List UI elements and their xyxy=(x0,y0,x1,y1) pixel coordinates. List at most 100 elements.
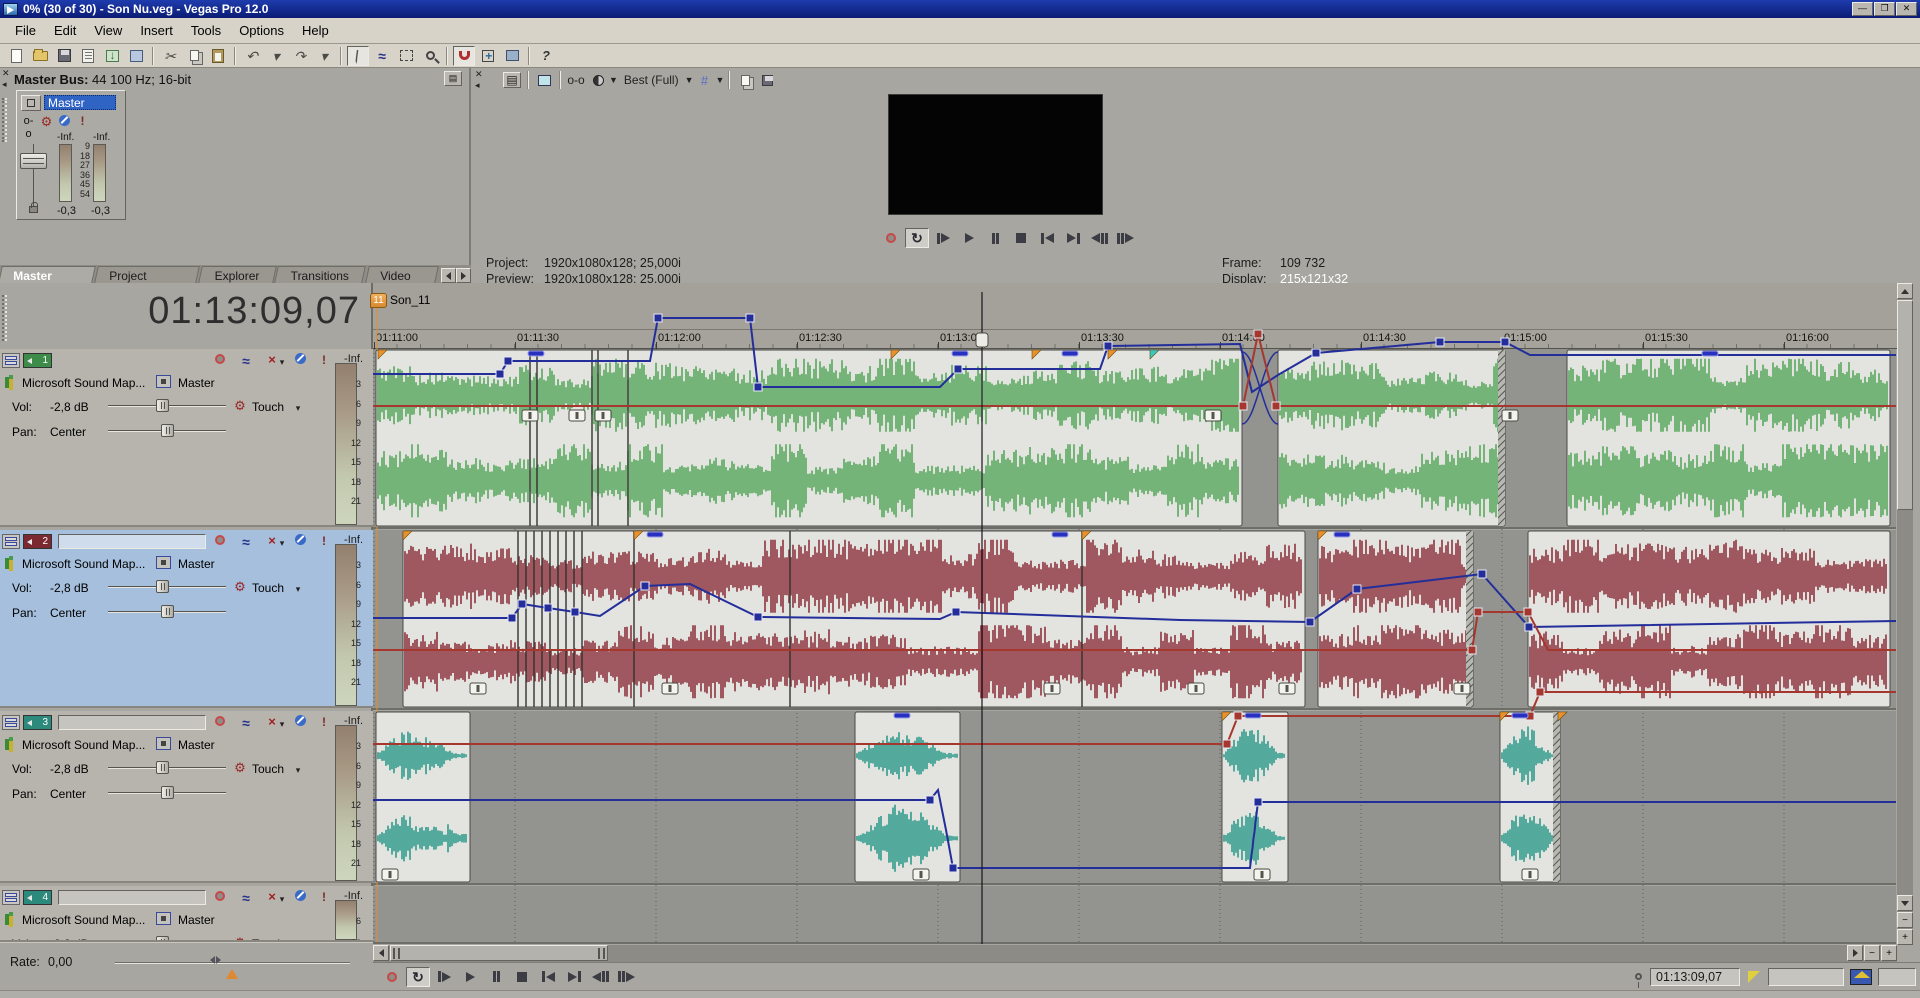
paste-button[interactable] xyxy=(207,46,229,66)
audio-event[interactable] xyxy=(1278,350,1505,526)
automation-gear-icon[interactable]: ⚙ xyxy=(232,399,248,414)
track-header-3[interactable]: 3 ≈ × ▾ ! -Inf. Microsoft Sound Map... M… xyxy=(0,711,373,883)
pan-envelope-node[interactable] xyxy=(1524,608,1532,616)
track-lane-1[interactable] xyxy=(373,349,1896,527)
event-gain-handle[interactable] xyxy=(1522,869,1538,880)
cut-button[interactable]: ✂ xyxy=(159,46,181,66)
input-routing-icon[interactable] xyxy=(5,377,9,388)
pause-button[interactable] xyxy=(983,228,1007,248)
audio-event[interactable] xyxy=(1318,531,1473,707)
time-ruler[interactable]: 01:11:0001:11:3001:12:0001:12:3001:13:00… xyxy=(373,330,1897,349)
track-layout-button[interactable] xyxy=(2,353,20,368)
copy-button[interactable] xyxy=(183,46,205,66)
trimmer-button[interactable] xyxy=(501,46,523,66)
volume-envelope-node[interactable] xyxy=(754,613,762,621)
lock-icon[interactable] xyxy=(29,206,38,213)
phase-invert-icon[interactable]: ! xyxy=(316,534,332,549)
volume-envelope-node[interactable] xyxy=(641,582,649,590)
menu-file[interactable]: File xyxy=(6,20,45,41)
track-lane-4[interactable] xyxy=(373,886,1896,942)
arm-record-icon[interactable] xyxy=(212,534,228,549)
horizontal-scrollbar[interactable]: − + xyxy=(373,945,1897,962)
preview-properties-icon[interactable]: ▤ xyxy=(503,72,521,88)
quality-dropdown-icon[interactable]: ▼ xyxy=(685,75,694,85)
tab-master-bus[interactable]: Master Bus xyxy=(0,266,95,283)
pan-envelope-node[interactable] xyxy=(1234,712,1242,720)
track-lane-3[interactable] xyxy=(373,711,1896,883)
preview-quality-label[interactable]: Best (Full) xyxy=(624,73,679,87)
stop-button[interactable] xyxy=(510,967,534,987)
quality-dropdown-icon[interactable]: ▼ xyxy=(609,75,618,85)
open-project-button[interactable] xyxy=(29,46,51,66)
event-gain-handle[interactable] xyxy=(662,683,678,694)
volume-envelope[interactable] xyxy=(373,574,1896,627)
pan-slider[interactable] xyxy=(108,605,226,618)
arm-record-icon[interactable] xyxy=(212,353,228,368)
zoom-in-time-button[interactable]: + xyxy=(1881,945,1897,961)
enable-snapping-button[interactable] xyxy=(453,46,475,66)
redo-button[interactable]: ↷ xyxy=(289,46,311,66)
selection-edit-tool-button[interactable] xyxy=(395,46,417,66)
automation-dropdown-icon[interactable]: ▾ xyxy=(294,403,302,418)
event-gain-handle[interactable] xyxy=(522,410,538,421)
previous-frame-button[interactable] xyxy=(588,967,612,987)
overlays-grid-icon[interactable]: # xyxy=(696,72,714,88)
volume-slider[interactable] xyxy=(108,580,226,593)
scroll-up-button[interactable] xyxy=(1897,283,1913,299)
copy-snapshot-icon[interactable] xyxy=(736,72,754,88)
preview-quality-icon[interactable] xyxy=(589,72,607,88)
pan-envelope-node[interactable] xyxy=(1474,608,1482,616)
event-gain-handle[interactable] xyxy=(470,683,486,694)
play-from-start-button[interactable] xyxy=(432,967,456,987)
track-envelope-icon[interactable]: ≈ xyxy=(238,715,254,730)
track-layout-button[interactable] xyxy=(2,890,20,905)
project-properties-button[interactable] xyxy=(77,46,99,66)
normal-edit-tool-button[interactable] xyxy=(347,46,369,66)
mute-dropdown-icon[interactable]: ▾ xyxy=(278,357,286,372)
track-envelope-icon[interactable]: ≈ xyxy=(238,890,254,905)
track-envelope-icon[interactable]: ≈ xyxy=(238,534,254,549)
vertical-scrollbar[interactable]: − + xyxy=(1897,283,1913,945)
bus-properties-button[interactable]: ▤ xyxy=(444,71,462,86)
volume-envelope-node[interactable] xyxy=(952,608,960,616)
volume-envelope-node[interactable] xyxy=(1478,570,1486,578)
zoom-edit-tool-button[interactable] xyxy=(419,46,441,66)
undo-dropdown-button[interactable]: ▾ xyxy=(265,46,287,66)
track-layout-button[interactable] xyxy=(2,715,20,730)
volume-envelope-node[interactable] xyxy=(1312,349,1320,357)
scroll-thumb[interactable] xyxy=(1897,300,1913,510)
zoom-in-track-button[interactable]: + xyxy=(1897,929,1913,945)
rate-slider-track[interactable] xyxy=(115,962,350,963)
tab-video-f[interactable]: Video F xyxy=(365,266,439,283)
input-routing-icon[interactable] xyxy=(5,739,9,750)
time-display[interactable]: 01:13:09,07 xyxy=(20,290,360,342)
arm-record-icon[interactable] xyxy=(212,715,228,730)
track-number-button[interactable]: 1 xyxy=(23,353,52,368)
timeline-marker[interactable]: 11 Son_11 xyxy=(370,293,430,308)
save-snapshot-icon[interactable] xyxy=(758,72,776,88)
scroll-left-button[interactable] xyxy=(373,945,389,961)
menu-help[interactable]: Help xyxy=(293,20,338,41)
audio-event[interactable] xyxy=(855,712,960,882)
whats-this-help-button[interactable]: ? xyxy=(535,46,557,66)
audio-event[interactable] xyxy=(1500,712,1560,882)
close-button[interactable]: ✕ xyxy=(1896,2,1917,16)
next-frame-button[interactable] xyxy=(614,967,638,987)
bus-assign-button[interactable] xyxy=(156,912,171,925)
volume-slider[interactable] xyxy=(108,399,226,412)
menu-options[interactable]: Options xyxy=(230,20,293,41)
event-gain-handle[interactable] xyxy=(1188,683,1204,694)
track-name-field[interactable] xyxy=(58,534,206,549)
track-name-field[interactable] xyxy=(58,715,206,730)
track-number-button[interactable]: 2 xyxy=(23,534,52,549)
tab-scroll-left-button[interactable] xyxy=(441,268,456,283)
phase-invert-icon[interactable]: ! xyxy=(316,353,332,368)
redo-dropdown-button[interactable]: ▾ xyxy=(313,46,335,66)
zoom-grip-right[interactable] xyxy=(598,948,605,959)
volume-envelope-node[interactable] xyxy=(954,365,962,373)
pin-panel-icon[interactable]: ◂ xyxy=(475,81,480,90)
volume-envelope-node[interactable] xyxy=(754,383,762,391)
bus-assign-button[interactable] xyxy=(156,737,171,750)
volume-envelope-node[interactable] xyxy=(1525,623,1533,631)
envelope-edit-tool-button[interactable]: ≈ xyxy=(371,46,393,66)
